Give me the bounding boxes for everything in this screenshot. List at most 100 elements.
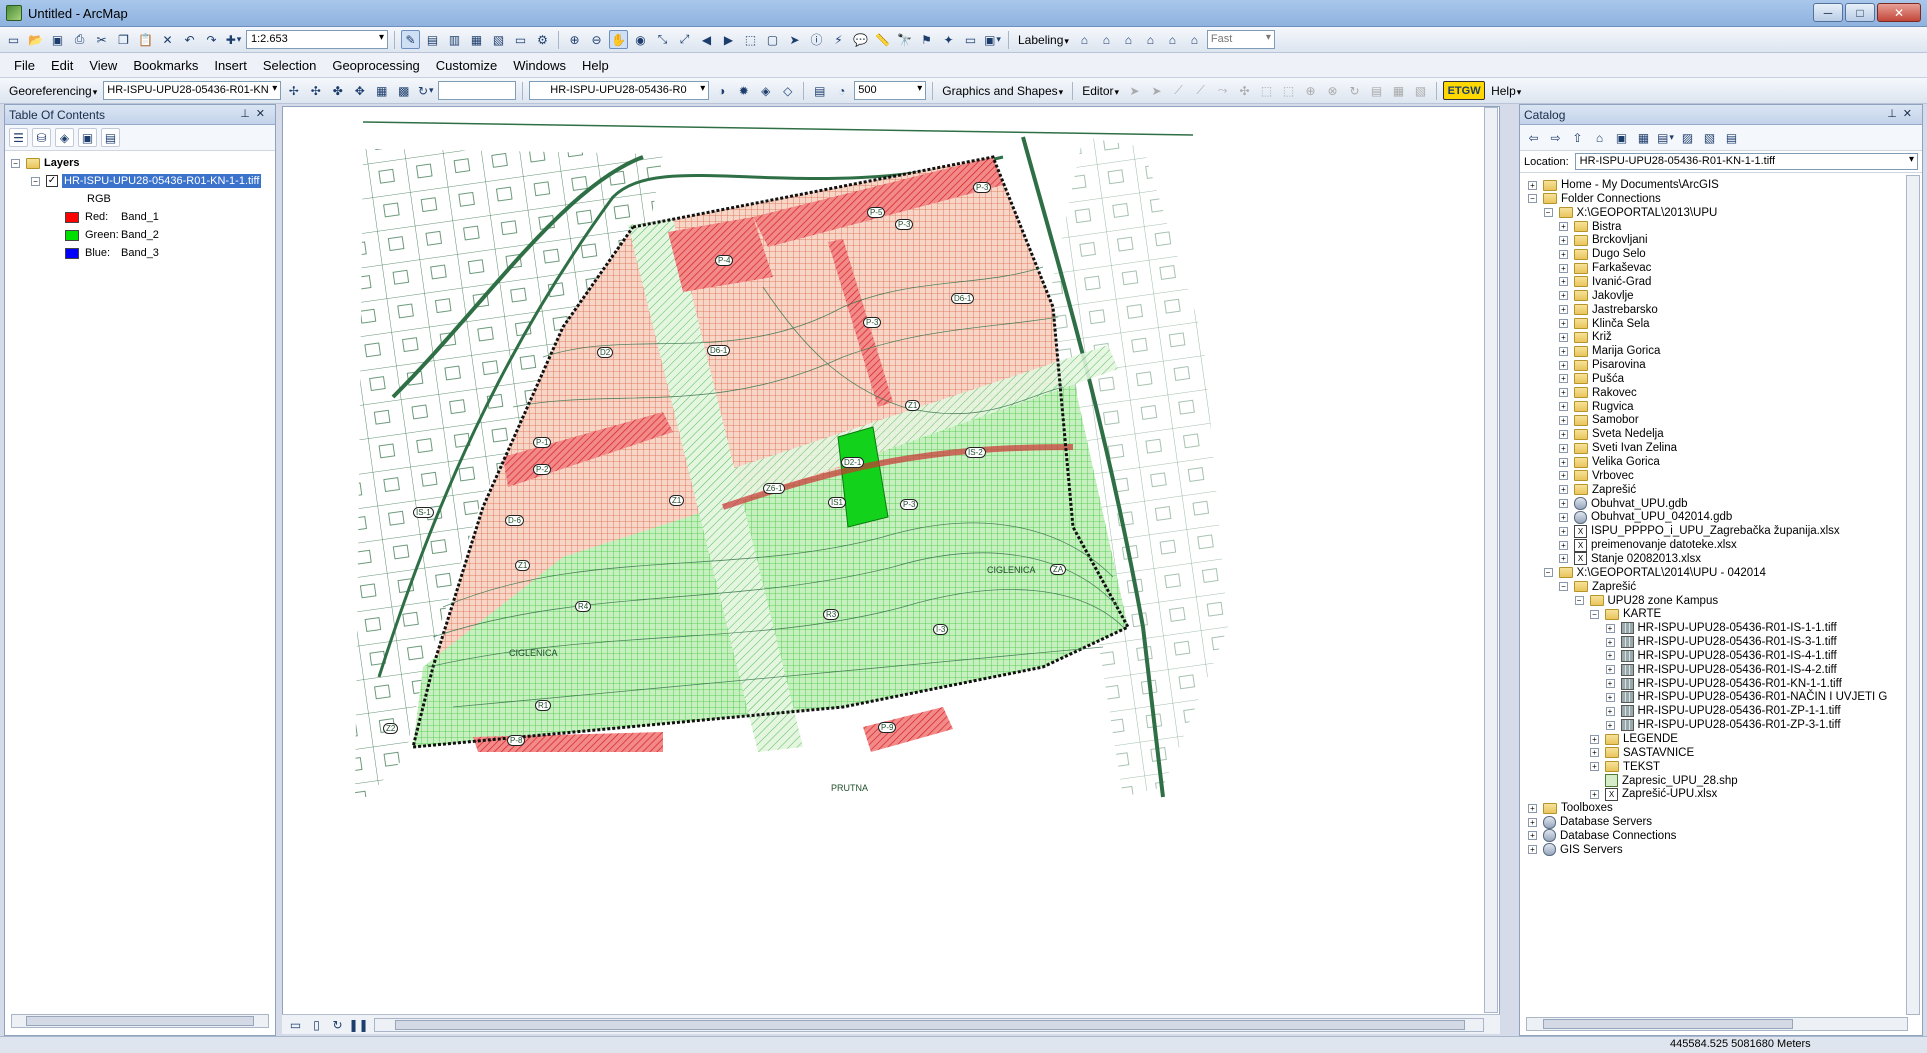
expand-icon[interactable]: + xyxy=(1605,637,1615,647)
views-icon[interactable]: ▤ ▾ xyxy=(1656,128,1675,147)
toc-horizontal-scrollbar[interactable] xyxy=(11,1014,269,1028)
trace-icon[interactable]: ⤳ xyxy=(1213,81,1232,100)
label-manager-icon[interactable]: ⌂ xyxy=(1075,30,1094,49)
expand-icon[interactable]: + xyxy=(1559,277,1568,287)
data-view-icon[interactable]: ▭ xyxy=(286,1015,305,1034)
cut-icon[interactable]: ✂ xyxy=(92,30,111,49)
refresh-icon[interactable]: ↻ xyxy=(328,1015,347,1034)
clear-selection-icon[interactable]: ▢ xyxy=(763,30,782,49)
delete-icon[interactable]: ✕ xyxy=(158,30,177,49)
minimize-button[interactable]: ─ xyxy=(1813,3,1843,22)
catalog-window-icon[interactable]: ▥ xyxy=(445,30,464,49)
fixed-zoom-out-icon[interactable]: ⤢ xyxy=(675,30,694,49)
new-folder-icon[interactable]: ▨ xyxy=(1678,128,1697,147)
find-icon[interactable]: 🔭 xyxy=(895,30,914,49)
expand-icon[interactable]: + xyxy=(1528,817,1537,827)
expand-icon[interactable]: + xyxy=(1559,360,1568,370)
menu-bookmarks[interactable]: Bookmarks xyxy=(125,58,206,73)
pane-pin-close-icon[interactable]: ⊥✕ xyxy=(1887,107,1918,120)
lock-labels-icon[interactable]: ⌂ xyxy=(1141,30,1160,49)
straight-segment-icon[interactable]: ⟋ xyxy=(1169,81,1188,100)
paste-icon[interactable]: 📋 xyxy=(136,30,155,49)
identify-icon[interactable]: ⓘ xyxy=(807,30,826,49)
flicker-rate-input[interactable]: 500 xyxy=(854,81,927,100)
expand-icon[interactable]: + xyxy=(1605,651,1615,661)
expand-icon[interactable]: + xyxy=(1559,471,1568,481)
expand-icon[interactable]: + xyxy=(1559,457,1568,467)
save-icon[interactable]: ▣ xyxy=(48,30,67,49)
undo-icon[interactable]: ↶ xyxy=(180,30,199,49)
properties-icon[interactable]: ▧ xyxy=(1700,128,1719,147)
forward-icon[interactable]: ⇨ xyxy=(1546,128,1565,147)
expand-icon[interactable]: + xyxy=(1605,679,1615,689)
toc-options-icon[interactable]: ▤ xyxy=(101,128,120,147)
menu-edit[interactable]: Edit xyxy=(43,58,81,73)
edit-tool-icon[interactable]: ➤ xyxy=(1125,81,1144,100)
view-link-table-icon[interactable]: ▦ xyxy=(372,81,391,100)
map-view[interactable]: P-3 P-5 P-3 P-4 P-3 D6-1 D6-1 D2 Z1 P-1 P-2 D2-1 Z1 Z… xyxy=(282,106,1500,1032)
collapse-icon[interactable]: − xyxy=(1528,194,1537,204)
copy-icon[interactable]: ❐ xyxy=(114,30,133,49)
print-icon[interactable]: ⎙ xyxy=(70,30,89,49)
home-icon[interactable]: ⌂ xyxy=(1590,128,1609,147)
edit-vertices-icon[interactable]: ⬚ xyxy=(1257,81,1276,100)
expand-icon[interactable]: + xyxy=(1559,429,1568,439)
scale-icon[interactable]: ✤ xyxy=(328,81,347,100)
georef-layer-combo[interactable]: HR-ISPU-UPU28-05436-R01-KN xyxy=(103,81,282,100)
expand-icon[interactable]: + xyxy=(1528,831,1537,841)
expand-icon[interactable]: + xyxy=(1605,692,1615,702)
rotate-edit-icon[interactable]: ↻ xyxy=(1345,81,1364,100)
layer-visibility-checkbox[interactable]: ✓ xyxy=(46,175,58,187)
model-builder-icon[interactable]: ⚙ xyxy=(533,30,552,49)
maximize-button[interactable]: □ xyxy=(1845,3,1875,22)
create-viewer-icon[interactable]: ▣ ▾ xyxy=(983,30,1002,49)
transparency-icon[interactable]: ◈ xyxy=(756,81,775,100)
expand-icon[interactable]: + xyxy=(1559,540,1568,550)
help-menu-toolbar[interactable]: Help▾ xyxy=(1488,84,1524,98)
fixed-zoom-in-icon[interactable]: ⤡ xyxy=(653,30,672,49)
collapse-icon[interactable]: − xyxy=(1543,208,1553,218)
attributes-icon[interactable]: ▤ xyxy=(1367,81,1386,100)
pause-labeling-icon[interactable]: ⌂ xyxy=(1163,30,1182,49)
location-combo[interactable]: HR-ISPU-UPU28-05436-R01-KN-1-1.tiff xyxy=(1574,153,1918,170)
options-icon[interactable]: ▤ xyxy=(1722,128,1741,147)
back-icon[interactable]: ⇦ xyxy=(1524,128,1543,147)
list-by-drawing-order-icon[interactable]: ☰ xyxy=(9,128,28,147)
brightness-icon[interactable]: ✹ xyxy=(734,81,753,100)
time-slider-icon[interactable]: ▭ xyxy=(961,30,980,49)
image-analysis-raster-combo[interactable]: HR-ISPU-UPU28-05436-R0 xyxy=(529,81,710,100)
auto-adjust-icon[interactable]: ▩ xyxy=(394,81,413,100)
open-folder-icon[interactable]: 📂 xyxy=(26,30,45,49)
collapse-icon[interactable]: − xyxy=(11,158,20,168)
search-window-icon[interactable]: ▦ xyxy=(467,30,486,49)
menu-insert[interactable]: Insert xyxy=(206,58,255,73)
html-popup-icon[interactable]: 💬 xyxy=(851,30,870,49)
measure-icon[interactable]: 📏 xyxy=(873,30,892,49)
expand-icon[interactable]: + xyxy=(1528,803,1537,813)
expand-icon[interactable]: + xyxy=(1559,249,1568,259)
pane-pin-close-icon[interactable]: ⊥✕ xyxy=(240,107,271,120)
expand-icon[interactable]: + xyxy=(1605,706,1615,716)
map-scale-combo[interactable]: 1:2.653 xyxy=(246,30,388,49)
point-icon[interactable]: ✣ xyxy=(1235,81,1254,100)
swipe-icon[interactable]: ◇ xyxy=(778,81,797,100)
collapse-icon[interactable]: − xyxy=(1559,582,1568,592)
close-button[interactable]: ✕ xyxy=(1877,3,1921,22)
connect-folder-icon[interactable]: ▣ xyxy=(1612,128,1631,147)
shift-icon[interactable]: ✣ xyxy=(306,81,325,100)
collapse-icon[interactable]: − xyxy=(1543,568,1553,578)
map-vertical-scrollbar[interactable] xyxy=(1484,107,1498,1013)
expand-icon[interactable]: + xyxy=(1605,665,1615,675)
expand-icon[interactable]: + xyxy=(1605,720,1615,730)
list-by-selection-icon[interactable]: ▣ xyxy=(78,128,97,147)
graphics-and-shapes-menu[interactable]: Graphics and Shapes▾ xyxy=(939,84,1066,98)
list-by-source-icon[interactable]: ⛁ xyxy=(32,128,51,147)
labeling-menu[interactable]: Labeling▾ xyxy=(1015,33,1072,47)
select-elements-icon[interactable]: ➤ xyxy=(785,30,804,49)
cut-polygon-icon[interactable]: ⊕ xyxy=(1301,81,1320,100)
split-icon[interactable]: ⊗ xyxy=(1323,81,1342,100)
expand-icon[interactable]: + xyxy=(1590,734,1599,744)
add-control-points-icon[interactable]: ✥ xyxy=(350,81,369,100)
select-features-icon[interactable]: ⬚ xyxy=(741,30,760,49)
toc-layer-item[interactable]: − ✓ HR-ISPU-UPU28-05436-R01-KN-1-1.tiff xyxy=(31,173,262,189)
